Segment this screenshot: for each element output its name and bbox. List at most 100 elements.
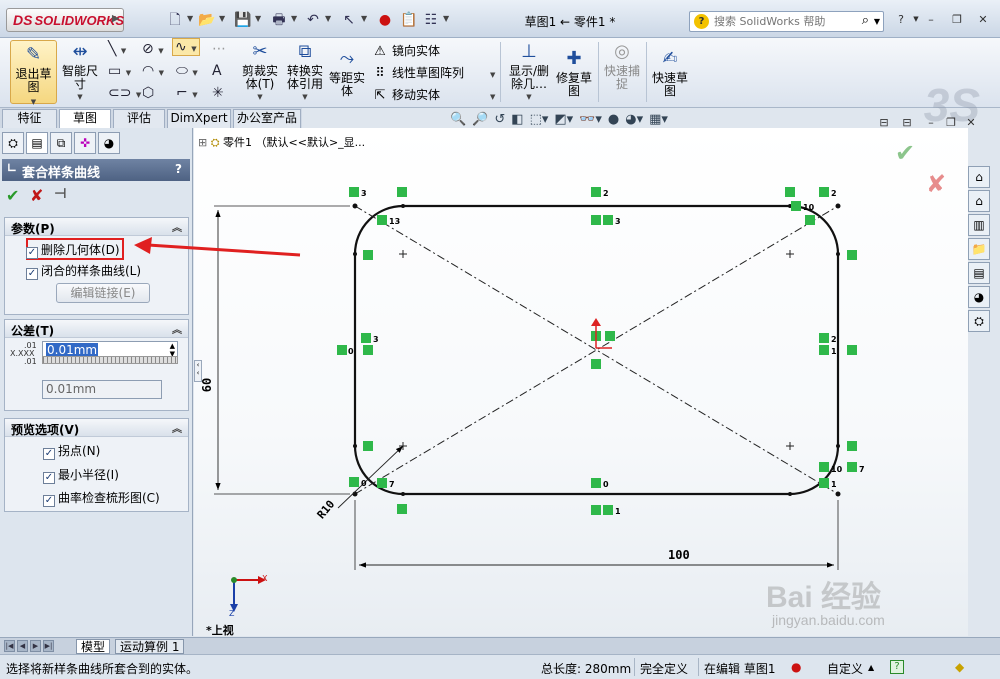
zoom-fit-icon[interactable]: 🔍 [450,112,466,127]
viewport-tile-icon[interactable]: ⊟ [875,115,893,132]
closed-spline-checkbox[interactable]: ✓ 闭合的样条曲线(L) [26,262,141,280]
print-icon[interactable]: 🖶 [268,9,290,31]
ok-check-icon[interactable]: ✔ [6,186,19,205]
chevron-down-icon[interactable]: ▼ [60,91,100,104]
property-manager-icon[interactable]: ▤ [26,132,48,154]
display-style-icon[interactable]: ◩▾ [554,112,573,127]
chevron-up-icon[interactable]: ︽ [172,219,182,234]
chevron-down-icon[interactable]: ▼ [187,14,193,23]
search-input[interactable] [714,14,839,29]
dimxpert-icon[interactable]: ✜ [74,132,96,154]
chevron-down-icon[interactable]: ▼ [291,14,297,23]
collapse-panel-icon[interactable]: ‹ ‹ [194,360,202,382]
resources-icon[interactable]: ⌂ [968,166,990,188]
rapid-sketch-button[interactable]: ✍ 快速草 图 [650,48,690,98]
select-cursor-icon[interactable]: ↖ [338,9,360,31]
fillet-icon[interactable]: ⌐ ▼ [176,85,198,101]
save-icon[interactable]: 💾 [232,9,254,31]
min-radius-checkbox[interactable]: ✓ 最小半径(I) [43,466,119,484]
trim-entities-button[interactable]: ✂ 剪裁实 体(T) ▼ [238,41,282,104]
checkbox-checked-icon[interactable]: ✓ [43,472,55,484]
custom-properties-icon[interactable]: ⛭ [968,310,990,332]
show-delete-relations-button[interactable]: ⊥ 显示/删 除几… ▼ [506,41,552,104]
tab-office-products[interactable]: 办公室产品 [233,109,301,128]
construction-grid-icon[interactable]: ⋯ [212,41,226,57]
chevron-down-icon[interactable]: ▼ [283,91,327,104]
point-icon[interactable]: ✳ [212,85,224,101]
checkbox-checked-icon[interactable]: ✓ [43,448,55,460]
checkbox-checked-icon[interactable]: ✓ [26,268,38,280]
close-button[interactable]: ✕ [974,12,992,29]
first-tab-icon[interactable]: |◀ [4,640,15,652]
last-tab-icon[interactable]: ▶| [43,640,54,652]
convert-entities-button[interactable]: ⧉ 转换实 体引用 ▼ [283,41,327,104]
exit-sketch-button[interactable]: ✎ 退出草 图 ▼ [10,40,57,106]
options-icon[interactable]: ☷ [420,9,442,31]
display-manager-icon[interactable]: ◕ [98,132,120,154]
search-icon[interactable]: ⌕ [862,13,869,28]
new-document-icon[interactable]: 🗋 [164,9,186,31]
graphics-area[interactable]: ⊞ ⛭ 零件1 （默认<<默认>_显... [194,128,968,636]
view-settings-icon[interactable]: ▦▾ [649,112,668,127]
tab-motion-study[interactable]: 运动算例 1 [115,639,185,654]
text-icon[interactable]: A [212,63,222,79]
units-selector[interactable]: 自定义 [827,660,863,677]
polygon-icon[interactable]: ⬡ [142,85,154,101]
view-palette-icon[interactable]: ▤ [968,262,990,284]
restore-button[interactable]: ❐ [948,12,966,29]
repair-sketch-button[interactable]: ✚ 修复草 图 [555,48,593,98]
offset-entities-button[interactable]: ⤳ 等距实 体 [328,48,366,98]
tab-model[interactable]: 模型 [76,639,111,654]
minimize-button[interactable]: – [922,12,940,29]
chevron-up-icon[interactable]: ▲ [868,663,874,672]
curvature-comb-checkbox[interactable]: ✓ 曲率检查梳形图(C) [43,489,160,507]
chevron-down-icon[interactable]: ▼ [361,14,367,23]
params-group-header[interactable]: 参数(P) ︽ [5,218,188,236]
pin-icon[interactable]: ⊣ [54,186,67,202]
slot-icon[interactable]: ⊂⊃ ▼ [108,85,141,101]
previous-view-icon[interactable]: ↺ [494,112,505,127]
configuration-icon[interactable]: ⧉ [50,132,72,154]
file-properties-icon[interactable]: 📋 [398,9,420,31]
feature-tree-icon[interactable]: ⛭ [2,132,24,154]
chevron-down-icon[interactable]: ▼ [219,14,225,23]
hide-show-icon[interactable]: 👓▾ [579,112,602,127]
spline-icon[interactable]: ∿ ▼ [172,38,200,56]
edit-link-button[interactable]: 编辑链接(E) [56,283,150,303]
home-icon[interactable]: ⌂ [968,190,990,212]
chevron-up-icon[interactable]: ︽ [172,321,182,336]
zoom-area-icon[interactable]: 🔎 [472,112,488,127]
tab-features[interactable]: 特征 [2,109,57,128]
help-search-box[interactable]: ? ⌕ ▼ [689,11,884,32]
chevron-up-icon[interactable]: ︽ [172,420,182,435]
library-icon[interactable]: ▥ [968,214,990,236]
help-button[interactable]: ? [175,162,182,176]
linear-pattern-button[interactable]: ⠿ 线性草图阵列 ▼ [372,64,495,81]
circle-icon[interactable]: ⊘ ▼ [142,41,164,57]
checkbox-checked-icon[interactable]: ✓ [26,247,38,259]
mirror-entities-button[interactable]: ⚠ 镜向实体 [372,42,440,59]
ellipse-icon[interactable]: ⬭ ▼ [176,63,198,79]
line-icon[interactable]: ╲ ▼ [108,41,126,57]
tolerance-slider[interactable] [42,356,178,364]
checkbox-checked-icon[interactable]: ✓ [43,495,55,507]
preview-group-header[interactable]: 预览选项(V) ︽ [5,419,188,437]
doc-restore-button[interactable]: ❐ [942,115,960,132]
chevron-down-icon[interactable]: ▼ [255,14,261,23]
arc-icon[interactable]: ◠ ▼ [142,63,164,79]
appearances-icon[interactable]: ◕ [968,286,990,308]
rebuild-status-icon[interactable]: ● [791,660,801,674]
quick-snaps-button[interactable]: ◎ 快速捕 捉 [602,41,642,91]
tab-dimxpert[interactable]: DimXpert [167,109,231,128]
scene-icon[interactable]: ◕▾ [625,112,643,127]
folder-icon[interactable]: 📁 [968,238,990,260]
rebuild-icon[interactable]: ● [374,9,396,31]
inflection-checkbox[interactable]: ✓ 拐点(N) [43,442,100,460]
appearance-icon[interactable]: ● [608,112,619,127]
expand-icon[interactable]: ⊞ [198,136,207,149]
section-view-icon[interactable]: ◧ [511,112,523,127]
tolerance-group-header[interactable]: 公差(T) ︽ [5,320,188,338]
next-tab-icon[interactable]: ▶ [30,640,41,652]
dimension-height[interactable]: 60 [200,378,214,392]
delete-geometry-checkbox[interactable]: ✓ 删除几何体(D) [26,241,120,259]
